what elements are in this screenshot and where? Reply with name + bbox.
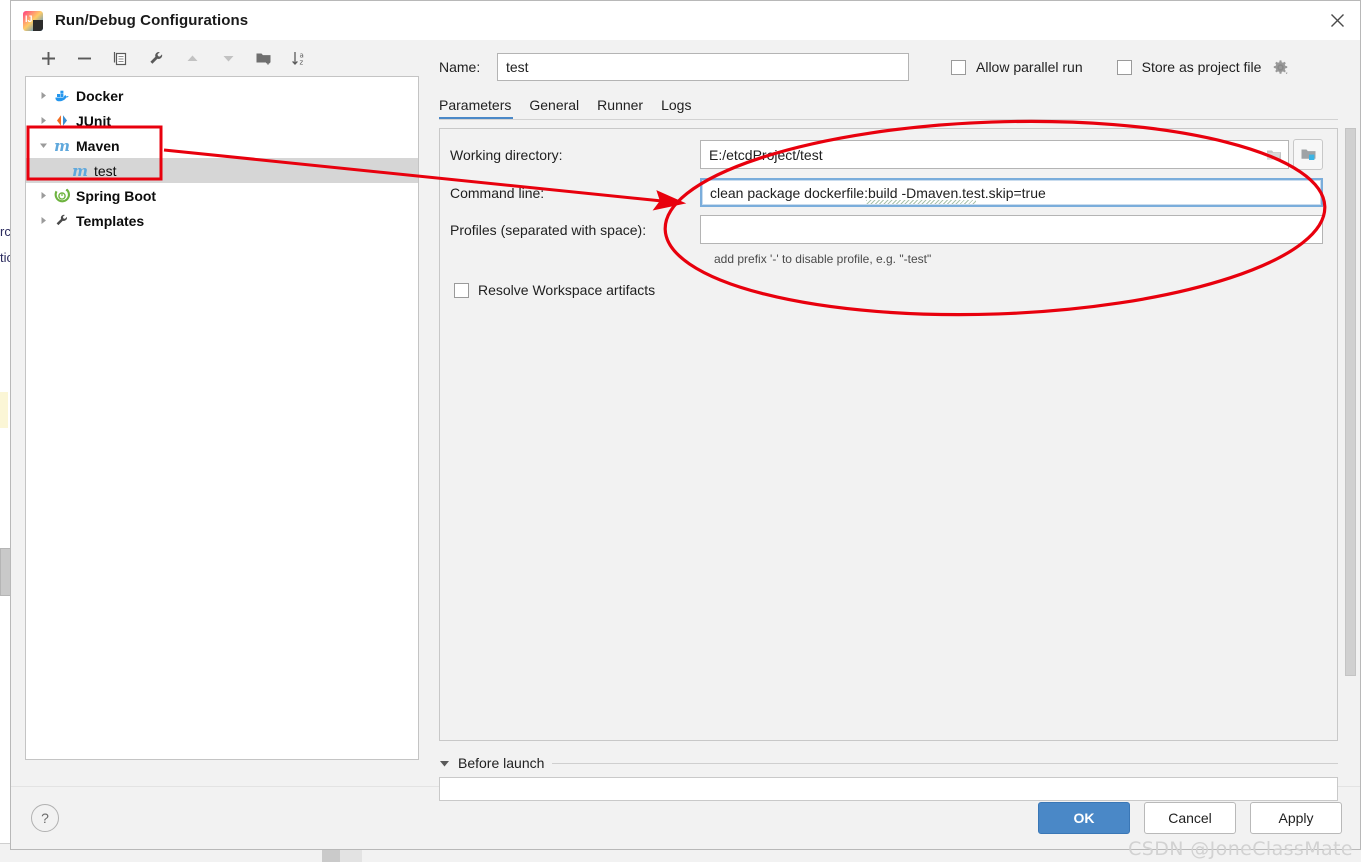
profiles-label: Profiles (separated with space): bbox=[450, 221, 647, 238]
edit-templates-button[interactable] bbox=[145, 47, 167, 69]
maven-icon: m bbox=[54, 136, 70, 155]
configurations-pane: a z Docker JUnit m Maven m test Spring B… bbox=[11, 40, 419, 786]
before-launch-label: Before launch bbox=[458, 755, 545, 771]
store-as-project-file-checkbox[interactable]: Store as project file bbox=[1116, 59, 1262, 75]
resolve-workspace-artifacts-label: Resolve Workspace artifacts bbox=[478, 282, 656, 298]
wrench-icon bbox=[52, 213, 72, 228]
tab-logs[interactable]: Logs bbox=[652, 97, 700, 120]
tree-item-label: Spring Boot bbox=[76, 187, 157, 204]
chevron-right-icon[interactable] bbox=[34, 91, 52, 100]
store-as-project-file-label: Store as project file bbox=[1141, 59, 1262, 75]
dialog-title: Run/Debug Configurations bbox=[55, 12, 249, 29]
chevron-down-icon[interactable] bbox=[34, 141, 52, 150]
profiles-input[interactable] bbox=[700, 215, 1323, 244]
add-configuration-button[interactable] bbox=[37, 47, 59, 69]
configuration-tabs: Parameters General Runner Logs bbox=[419, 97, 1360, 120]
chevron-right-icon[interactable] bbox=[34, 216, 52, 225]
tabs-underline bbox=[439, 119, 1338, 120]
remove-configuration-button[interactable] bbox=[73, 47, 95, 69]
svg-text:z: z bbox=[300, 58, 304, 66]
before-launch-section[interactable]: Before launch bbox=[439, 755, 1338, 771]
move-up-button[interactable] bbox=[181, 47, 203, 69]
tree-item-maven-test[interactable]: m test bbox=[26, 158, 418, 183]
gear-icon[interactable] bbox=[1271, 58, 1289, 76]
name-input[interactable] bbox=[497, 53, 909, 81]
cancel-button[interactable]: Cancel bbox=[1144, 802, 1236, 834]
tree-item-label: Templates bbox=[76, 212, 145, 229]
help-icon[interactable]: ? bbox=[31, 804, 59, 832]
resolve-workspace-artifacts-checkbox[interactable]: Resolve Workspace artifacts bbox=[454, 282, 1337, 298]
name-label: Name: bbox=[439, 59, 481, 75]
watermark: CSDN @JoneClassMate bbox=[1128, 838, 1353, 860]
chevron-right-icon[interactable] bbox=[34, 116, 52, 125]
sort-configurations-button[interactable]: a z bbox=[289, 47, 311, 69]
tree-item-templates[interactable]: Templates bbox=[26, 208, 418, 233]
spring-boot-icon bbox=[52, 188, 72, 203]
profiles-row: Profiles (separated with space): bbox=[440, 215, 1337, 244]
run-debug-configurations-dialog: Run/Debug Configurations bbox=[10, 0, 1361, 850]
ide-background-highlight bbox=[0, 392, 8, 428]
before-launch-task-list[interactable] bbox=[439, 777, 1338, 801]
tree-item-docker[interactable]: Docker bbox=[26, 83, 418, 108]
junit-icon bbox=[52, 113, 72, 128]
working-directory-label: Working directory: bbox=[450, 146, 563, 163]
tree-item-junit[interactable]: JUnit bbox=[26, 108, 418, 133]
tree-item-label: JUnit bbox=[76, 112, 111, 129]
dialog-titlebar: Run/Debug Configurations bbox=[11, 1, 1360, 40]
maven-icon: m bbox=[72, 161, 88, 180]
chevron-right-icon[interactable] bbox=[34, 191, 52, 200]
tree-item-spring-boot[interactable]: Spring Boot bbox=[26, 183, 418, 208]
tab-general[interactable]: General bbox=[520, 97, 588, 120]
move-down-button[interactable] bbox=[217, 47, 239, 69]
tree-item-label: test bbox=[94, 162, 117, 179]
tab-runner[interactable]: Runner bbox=[588, 97, 652, 120]
copy-configuration-button[interactable] bbox=[109, 47, 131, 69]
tab-parameters[interactable]: Parameters bbox=[439, 97, 520, 120]
checkbox-box[interactable] bbox=[1116, 59, 1132, 75]
allow-parallel-run-label: Allow parallel run bbox=[976, 59, 1083, 75]
command-line-input[interactable] bbox=[700, 178, 1323, 207]
docker-icon bbox=[52, 88, 72, 103]
checkbox-box[interactable] bbox=[454, 282, 469, 298]
tree-item-label: Maven bbox=[76, 137, 120, 154]
tree-item-label: Docker bbox=[76, 87, 124, 104]
parameters-panel: Working directory: E:/etcdProject/test C… bbox=[439, 128, 1338, 741]
tree-toolbar: a z bbox=[25, 40, 419, 76]
macro-folder-icon[interactable] bbox=[1293, 139, 1323, 170]
intellij-idea-icon bbox=[23, 10, 43, 31]
dialog-body: a z Docker JUnit m Maven m test Spring B… bbox=[11, 40, 1360, 801]
tree-item-maven[interactable]: m Maven bbox=[26, 133, 418, 158]
working-directory-input[interactable] bbox=[700, 140, 1289, 169]
new-folder-button[interactable] bbox=[253, 47, 275, 69]
command-line-label: Command line: bbox=[450, 184, 545, 201]
chevron-down-icon[interactable] bbox=[439, 759, 450, 768]
before-launch-divider bbox=[552, 762, 1338, 764]
configuration-editor-pane: Name: Allow parallel run Store as projec… bbox=[419, 40, 1360, 801]
command-line-row: Command line: bbox=[440, 178, 1337, 207]
vertical-scrollbar[interactable] bbox=[1345, 128, 1356, 676]
command-line-wrapper bbox=[700, 178, 1323, 207]
folder-browse-icon[interactable] bbox=[1261, 141, 1287, 168]
checkbox-box[interactable] bbox=[951, 59, 966, 75]
configurations-tree[interactable]: Docker JUnit m Maven m test Spring Boot … bbox=[25, 76, 419, 760]
close-icon[interactable] bbox=[1314, 1, 1360, 39]
profiles-hint: add prefix '-' to disable profile, e.g. … bbox=[714, 252, 932, 266]
apply-button[interactable]: Apply bbox=[1250, 802, 1342, 834]
working-directory-row: Working directory: bbox=[440, 139, 1337, 170]
allow-parallel-run-checkbox[interactable]: Allow parallel run bbox=[951, 59, 1083, 75]
ok-button[interactable]: OK bbox=[1038, 802, 1130, 834]
name-row: Name: Allow parallel run Store as projec… bbox=[419, 40, 1360, 81]
